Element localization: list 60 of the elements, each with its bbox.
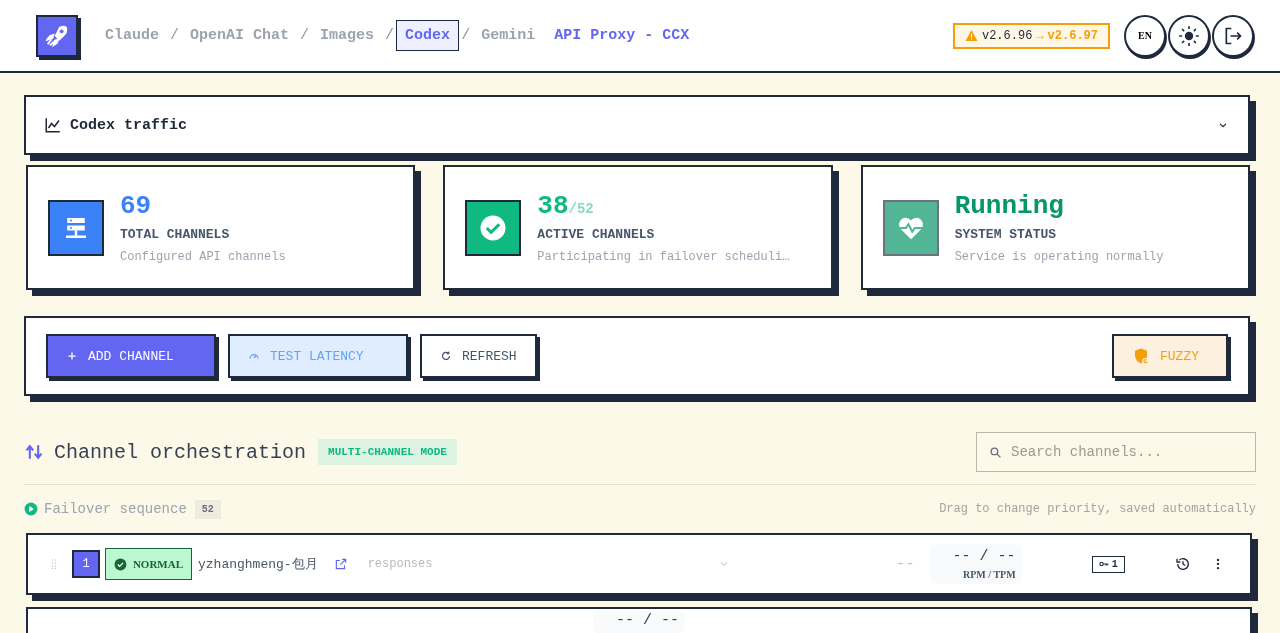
history-button[interactable] (1174, 556, 1191, 572)
latency-value: -- (895, 555, 916, 573)
status-text: NORMAL (132, 558, 183, 570)
search-field[interactable]: Search channels... (976, 432, 1256, 472)
breadcrumb-link[interactable]: Codex (396, 20, 460, 51)
external-link-icon (333, 557, 348, 571)
refresh-button[interactable]: REFRESH (420, 334, 537, 378)
stat-label: ACTIVE CHANNELS (537, 227, 656, 242)
stat-description: Configured API channels (120, 250, 286, 264)
logout-button[interactable] (1212, 14, 1254, 57)
mode-badge: MULTI-CHANNEL MODE (318, 439, 457, 465)
service-type-select[interactable]: responses (367, 557, 730, 571)
warning-icon (964, 29, 978, 42)
history-icon (1174, 556, 1191, 572)
breadcrumb-link[interactable]: Gemini (472, 20, 545, 51)
key-count: 1 (1111, 558, 1118, 570)
app-title: API Proxy - CCX (554, 27, 690, 44)
stat-value: Running (954, 191, 1064, 221)
separator: / (300, 27, 310, 44)
stat-label: SYSTEM STATUS (954, 227, 1058, 242)
stat-description: Participating in failover scheduli… (537, 250, 790, 264)
stat-description: Service is operating normally (954, 250, 1164, 264)
rpm-label: RPM / TPM (962, 569, 1016, 580)
sort-arrows-icon (24, 442, 44, 462)
breadcrumb-link[interactable]: OpenAI Chat (181, 20, 299, 51)
key-icon (1098, 559, 1109, 569)
add-button[interactable]: ADD CHANNEL (46, 334, 216, 378)
current-version: v2.6.96 (981, 28, 1033, 43)
breadcrumb-link[interactable]: Images (311, 20, 384, 51)
open-link-icon[interactable] (333, 557, 348, 571)
separator: / (385, 27, 395, 44)
update-badge[interactable]: v2.6.96 → v2.6.97 (952, 22, 1110, 49)
stat-value: 69 (120, 191, 152, 221)
refresh-icon (440, 350, 452, 362)
language-button[interactable]: EN (1124, 14, 1166, 57)
chart-icon (44, 116, 62, 134)
hint-text: Drag to change priority, saved automatically (939, 502, 1256, 516)
latency-button[interactable]: TEST LATENCY (228, 334, 408, 378)
stat-label: TOTAL CHANNELS (120, 227, 231, 242)
logout-icon (1223, 25, 1243, 46)
section-title: Channel orchestration (54, 440, 307, 464)
count-badge: 52 (194, 499, 221, 519)
plus-icon (66, 350, 78, 362)
shield-icon (1132, 347, 1150, 365)
priority-number: 1 (72, 550, 100, 578)
stat-value: 38 (537, 191, 569, 221)
play-icon (24, 502, 38, 516)
latest-version: v2.6.97 (1047, 28, 1098, 43)
channel-name: yzhanghmeng-包月 (198, 556, 318, 573)
panel-title: Codex traffic (70, 116, 188, 134)
separator: / (461, 27, 471, 44)
sun-icon (1179, 25, 1199, 46)
stat-total: /52 (568, 201, 594, 217)
theme-button[interactable] (1168, 14, 1210, 57)
sequence-title: Failover sequence (44, 501, 187, 517)
arrow-text: → (1036, 28, 1044, 43)
breadcrumb-link[interactable]: Claude (96, 20, 168, 51)
rpm-value: -- / -- (951, 548, 1016, 565)
rpm-value: -- / -- (615, 612, 679, 629)
separator: / (170, 27, 180, 44)
